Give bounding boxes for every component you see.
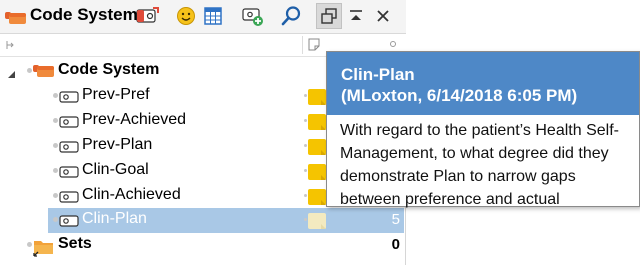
tree-dot [27, 242, 32, 247]
tree-item-label: Clin-Achieved [82, 186, 181, 203]
memo-dot [304, 194, 307, 197]
memo-note-icon[interactable] [308, 139, 326, 155]
memo-dot [304, 94, 307, 97]
codes-button[interactable] [134, 3, 160, 29]
collapse-icon [350, 10, 362, 20]
memo-note-icon[interactable] [308, 114, 326, 130]
panel-title: Code System [30, 5, 138, 24]
close-icon [377, 10, 389, 22]
tree-item-label: Code System [58, 61, 160, 78]
code-icon [59, 140, 79, 158]
code-icon [59, 115, 79, 133]
tree-dot [53, 143, 58, 148]
code-icon [59, 165, 79, 183]
folder-icon [33, 237, 55, 261]
search-button[interactable] [278, 3, 304, 29]
emoticon-button[interactable] [173, 3, 199, 29]
memo-dot [304, 169, 307, 172]
table-icon [204, 7, 222, 25]
tree-dot [53, 193, 58, 198]
tooltip-title: Clin-Plan [341, 65, 415, 84]
memo-note-icon[interactable] [308, 213, 326, 229]
memo-dot [304, 218, 307, 221]
add-document-button[interactable] [240, 3, 266, 29]
close-button[interactable] [370, 3, 396, 29]
tree-item-label: Clin-Goal [82, 161, 149, 178]
tree-dot [53, 217, 58, 222]
tree-item-label: Clin-Plan [82, 210, 147, 227]
code-icon [59, 90, 79, 108]
tree-item-label: Prev-Pref [82, 86, 150, 103]
panel-toolbar: Code System [0, 0, 406, 34]
tooltip-body: With regard to the patient’s Health Self… [340, 122, 619, 208]
code-system-icon [33, 63, 55, 83]
memo-dot [304, 119, 307, 122]
memo-column-icon[interactable] [308, 38, 320, 55]
memo-note-icon[interactable] [308, 164, 326, 180]
tree-row-sets[interactable]: Sets 0 [0, 233, 406, 258]
tooltip-author-line: (MLoxton, 6/14/2018 6:05 PM) [341, 86, 578, 105]
tree-dot [27, 68, 32, 73]
tree-item-label: Prev-Achieved [82, 111, 187, 128]
smiley-icon [177, 7, 195, 25]
code-system-icon [5, 9, 27, 25]
code-count: 5 [391, 211, 400, 228]
collapse-button[interactable] [343, 3, 369, 29]
tree-dot [53, 118, 58, 123]
column-resize-icon[interactable] [5, 38, 17, 55]
code-icon [59, 190, 79, 208]
table-button[interactable] [200, 3, 226, 29]
tree-dot [53, 168, 58, 173]
float-window-icon [321, 8, 337, 24]
codes-icon [136, 7, 159, 23]
sets-count: 0 [391, 236, 400, 253]
memo-tooltip: Clin-Plan (MLoxton, 6/14/2018 6:05 PM) W… [326, 51, 640, 208]
column-separator [302, 36, 303, 54]
tree-row-code-selected[interactable]: Clin-Plan 5 [0, 208, 406, 233]
collapse-triangle-icon[interactable] [7, 66, 16, 83]
tree-dot [53, 93, 58, 98]
code-icon [59, 214, 79, 232]
tree-item-label: Prev-Plan [82, 136, 153, 153]
memo-note-icon[interactable] [308, 89, 326, 105]
search-icon [281, 6, 301, 26]
tree-item-label: Sets [58, 235, 92, 252]
tooltip-header: Clin-Plan (MLoxton, 6/14/2018 6:05 PM) [327, 52, 639, 115]
memo-dot [304, 144, 307, 147]
float-window-button[interactable] [316, 3, 342, 29]
memo-note-icon[interactable] [308, 189, 326, 205]
add-document-icon [242, 8, 263, 26]
